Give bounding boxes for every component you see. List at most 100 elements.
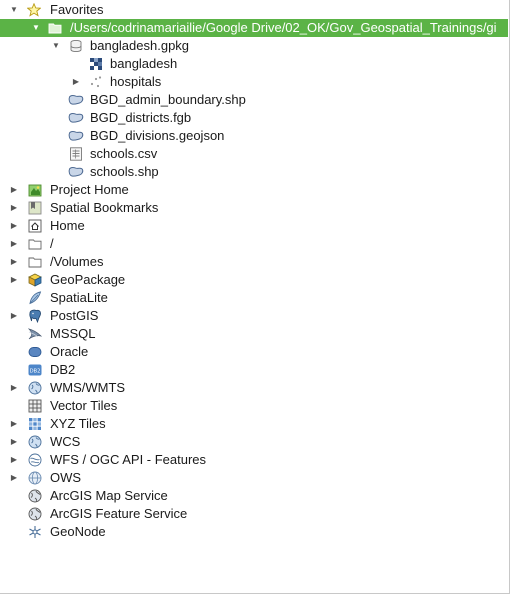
tree-item-root-folder[interactable]: ▶ / [0, 235, 508, 253]
tree-item-label: Spatial Bookmarks [50, 200, 159, 215]
tree-item-label: /Volumes [50, 254, 104, 269]
tree-item-label: DB2 [50, 362, 76, 377]
layer-label: hospitals [110, 74, 162, 89]
folder-icon [48, 21, 62, 35]
tree-item-label: Project Home [50, 182, 129, 197]
tree-item-ows[interactable]: ▶ OWS [0, 469, 508, 487]
tree-item-layer-bangladesh[interactable]: bangladesh [0, 55, 508, 73]
tree-item-label: ArcGIS Feature Service [50, 506, 188, 521]
tree-item-vector-tiles[interactable]: Vector Tiles [0, 397, 508, 415]
tree-item-project-home[interactable]: ▶ Project Home [0, 181, 508, 199]
tree-item-file[interactable]: schools.shp [0, 163, 508, 181]
expand-arrow-icon[interactable]: ▶ [71, 73, 81, 91]
tree-item-arcgis-map-service[interactable]: ArcGIS Map Service [0, 487, 508, 505]
expand-arrow-icon[interactable]: ▶ [9, 199, 19, 217]
tree-item-mssql[interactable]: MSSQL [0, 325, 508, 343]
expand-arrow-icon[interactable]: ▶ [9, 379, 19, 397]
expand-arrow-icon[interactable]: ▼ [31, 19, 41, 37]
folder-path-label: /Users/codrinamariailie/Google Drive/02_… [70, 20, 497, 35]
tree-item-label: ArcGIS Map Service [50, 488, 168, 503]
expand-arrow-icon[interactable]: ▶ [9, 253, 19, 271]
layer-label: bangladesh [110, 56, 178, 71]
expand-arrow-icon[interactable]: ▶ [9, 451, 19, 469]
file-label: BGD_districts.fgb [90, 110, 192, 125]
vector-file-icon [68, 93, 84, 107]
file-label: BGD_divisions.geojson [90, 128, 225, 143]
file-label: schools.shp [90, 164, 159, 179]
raster-layer-icon [89, 57, 103, 71]
tree-item-file[interactable]: schools.csv [0, 145, 508, 163]
expand-arrow-icon[interactable]: ▶ [9, 469, 19, 487]
tree-item-favorite-folder[interactable]: ▼ /Users/codrinamariailie/Google Drive/0… [0, 19, 508, 37]
tree-item-wcs[interactable]: ▶ WCS [0, 433, 508, 451]
expand-arrow-icon[interactable]: ▼ [51, 37, 61, 55]
file-label: schools.csv [90, 146, 158, 161]
tree-item-file[interactable]: BGD_districts.fgb [0, 109, 508, 127]
expand-arrow-icon[interactable]: ▶ [9, 217, 19, 235]
globe-icon [28, 471, 42, 485]
expand-arrow-icon[interactable]: ▶ [9, 433, 19, 451]
tree-item-favorites[interactable]: ▼ Favorites [0, 1, 508, 19]
bookmark-icon [28, 201, 42, 215]
tree-item-label: WFS / OGC API - Features [50, 452, 207, 467]
expand-arrow-icon[interactable]: ▶ [9, 307, 19, 325]
tree-item-label: Vector Tiles [50, 398, 118, 413]
resize-corner [495, 587, 509, 593]
tree-item-layer-hospitals[interactable]: ▶ hospitals [0, 73, 508, 91]
tree-item-label: GeoPackage [50, 272, 126, 287]
tree-item-xyz-tiles[interactable]: ▶ XYZ Tiles [0, 415, 508, 433]
expand-arrow-icon[interactable]: ▶ [9, 181, 19, 199]
tree-item-arcgis-feature-service[interactable]: ArcGIS Feature Service [0, 505, 508, 523]
tree-item-home[interactable]: ▶ Home [0, 217, 508, 235]
gpkg-label: bangladesh.gpkg [90, 38, 190, 53]
tree-item-geopackage[interactable]: ▶ GeoPackage [0, 271, 508, 289]
globe-icon [28, 435, 42, 449]
tree-item-label: WMS/WMTS [50, 380, 126, 395]
tree-item-label: GeoNode [50, 524, 106, 539]
xyz-tiles-icon [28, 417, 42, 431]
geonode-icon [28, 525, 42, 539]
tree-item-volumes[interactable]: ▶ /Volumes [0, 253, 508, 271]
tree-item-geonode[interactable]: GeoNode [0, 523, 508, 541]
postgis-elephant-icon [28, 309, 42, 323]
tree-item-label: Oracle [50, 344, 89, 359]
tree-item-spatial-bookmarks[interactable]: ▶ Spatial Bookmarks [0, 199, 508, 217]
arcgis-globe-icon [28, 507, 42, 521]
tree-item-db2[interactable]: DB2 DB2 [0, 361, 508, 379]
tree-item-spatialite[interactable]: SpatiaLite [0, 289, 508, 307]
tree-item-file[interactable]: BGD_divisions.geojson [0, 127, 508, 145]
arcgis-globe-icon [28, 489, 42, 503]
tree-item-oracle[interactable]: Oracle [0, 343, 508, 361]
tree-item-label: MSSQL [50, 326, 96, 341]
expand-arrow-icon[interactable]: ▶ [9, 415, 19, 433]
db2-icon: DB2 [28, 363, 42, 377]
browser-tree[interactable]: ▼ Favorites ▼ /Users/codrinamariailie/Go… [0, 1, 508, 541]
tree-item-label: PostGIS [50, 308, 99, 323]
vector-file-icon [68, 129, 84, 143]
favorites-label: Favorites [50, 2, 104, 17]
tree-item-postgis[interactable]: ▶ PostGIS [0, 307, 508, 325]
mssql-icon [28, 327, 42, 341]
home-icon [28, 219, 42, 233]
tree-item-gpkg[interactable]: ▼ bangladesh.gpkg [0, 37, 508, 55]
browser-panel: ▼ Favorites ▼ /Users/codrinamariailie/Go… [0, 0, 510, 594]
expand-arrow-icon[interactable]: ▶ [9, 235, 19, 253]
expand-arrow-icon[interactable]: ▼ [9, 1, 19, 19]
vector-file-icon [68, 165, 84, 179]
tree-item-label: / [50, 236, 54, 251]
geopackage-icon [28, 273, 42, 287]
file-label: BGD_admin_boundary.shp [90, 92, 246, 107]
folder-icon [28, 255, 42, 269]
spatialite-feather-icon [28, 291, 42, 305]
tree-item-file[interactable]: BGD_admin_boundary.shp [0, 91, 508, 109]
tree-item-label: Home [50, 218, 85, 233]
tree-item-label: XYZ Tiles [50, 416, 106, 431]
tree-item-label: WCS [50, 434, 81, 449]
vector-tiles-icon [28, 399, 42, 413]
folder-icon [28, 237, 42, 251]
globe-icon [28, 381, 42, 395]
expand-arrow-icon[interactable]: ▶ [9, 271, 19, 289]
vector-file-icon [68, 111, 84, 125]
tree-item-wfs[interactable]: ▶ WFS / OGC API - Features [0, 451, 508, 469]
tree-item-wms-wmts[interactable]: ▶ WMS/WMTS [0, 379, 508, 397]
